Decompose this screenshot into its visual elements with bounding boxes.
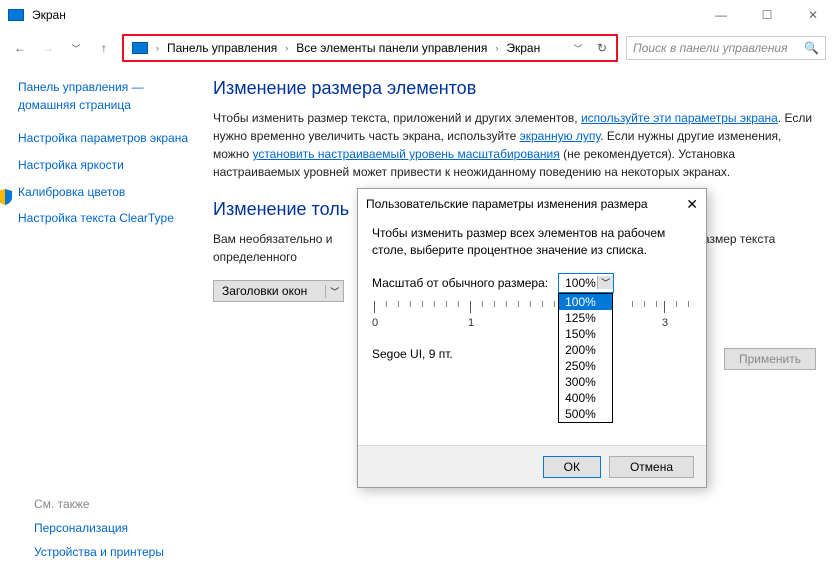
scale-option[interactable]: 250% [559, 358, 612, 374]
link-magnifier[interactable]: экранную лупу [520, 129, 601, 143]
back-button[interactable]: ← [10, 38, 30, 58]
link-display-params[interactable]: используйте эти параметры экрана [581, 111, 778, 125]
app-icon [8, 9, 24, 21]
scale-option[interactable]: 300% [559, 374, 612, 390]
recent-dropdown[interactable]: ﹀ [66, 38, 86, 58]
shield-icon [0, 189, 12, 205]
up-button[interactable]: ↑ [94, 38, 114, 58]
sidebar: Панель управления — домашняя страница На… [18, 78, 213, 302]
window-title: Экран [32, 8, 698, 22]
ruler-label: 3 [662, 317, 668, 329]
description-paragraph: Чтобы изменить размер текста, приложений… [213, 109, 818, 181]
sidebar-link-calibrate[interactable]: Калибровка цветов [18, 184, 125, 201]
close-button[interactable]: ✕ [790, 0, 836, 30]
scale-option[interactable]: 500% [559, 406, 612, 422]
ok-button[interactable]: ОК [543, 456, 601, 478]
history-dropdown[interactable]: ﹀ [568, 38, 588, 58]
page-heading: Изменение размера элементов [213, 78, 818, 99]
search-placeholder: Поиск в панели управления [633, 41, 788, 55]
font-sample: Segoe UI, 9 пт. [372, 347, 692, 361]
dialog-titlebar: Пользовательские параметры изменения раз… [358, 189, 706, 219]
navbar: ← → ﹀ ↑ › Панель управления › Все элемен… [0, 30, 836, 66]
cancel-button[interactable]: Отмена [609, 456, 694, 478]
scale-label: Масштаб от обычного размера: [372, 276, 548, 290]
chevron-down-icon: ﹀ [597, 276, 613, 289]
chevron-down-icon: ﹀ [325, 285, 343, 298]
ruler-label: 0 [372, 317, 378, 329]
search-icon[interactable]: 🔍 [804, 41, 819, 55]
ruler[interactable]: 0 1 3 [372, 301, 692, 343]
titlebar: Экран — ☐ ✕ [0, 0, 836, 30]
chevron-right-icon: › [156, 43, 159, 53]
see-also-header: См. также [34, 497, 164, 511]
scale-combobox[interactable]: 100% ﹀ [558, 273, 614, 293]
custom-scaling-dialog: Пользовательские параметры изменения раз… [357, 188, 707, 488]
sidebar-link-brightness[interactable]: Настройка яркости [18, 157, 197, 174]
scale-option[interactable]: 100% [559, 294, 612, 310]
chevron-right-icon: › [495, 43, 498, 53]
sidebar-link-cleartype[interactable]: Настройка текста ClearType [18, 210, 197, 227]
dialog-close-button[interactable]: ✕ [686, 196, 698, 213]
sidebar-link-display-settings[interactable]: Настройка параметров экрана [18, 130, 197, 147]
search-input[interactable]: Поиск в панели управления 🔍 [626, 36, 826, 60]
scale-option[interactable]: 125% [559, 310, 612, 326]
dialog-footer: ОК Отмена [358, 445, 706, 487]
apply-button[interactable]: Применить [724, 348, 816, 370]
dialog-title-text: Пользовательские параметры изменения раз… [366, 197, 686, 211]
see-also-devices[interactable]: Устройства и принтеры [34, 545, 164, 559]
breadcrumb-item[interactable]: Все элементы панели управления [292, 41, 491, 55]
dialog-description: Чтобы изменить размер всех элементов на … [372, 225, 692, 259]
link-custom-scaling[interactable]: установить настраиваемый уровень масштаб… [252, 147, 559, 161]
see-also-personalization[interactable]: Персонализация [34, 521, 164, 535]
forward-button[interactable]: → [38, 38, 58, 58]
breadcrumb-item[interactable]: Панель управления [163, 41, 281, 55]
breadcrumb[interactable]: › Панель управления › Все элементы панел… [122, 34, 618, 62]
breadcrumb-item[interactable]: Экран [502, 41, 544, 55]
scale-option[interactable]: 400% [559, 390, 612, 406]
control-panel-home-link[interactable]: Панель управления — домашняя страница [18, 78, 197, 114]
minimize-button[interactable]: — [698, 0, 744, 30]
element-type-combo[interactable]: Заголовки окон ﹀ [213, 280, 344, 302]
maximize-button[interactable]: ☐ [744, 0, 790, 30]
refresh-button[interactable]: ↻ [592, 38, 612, 58]
scale-option[interactable]: 200% [559, 342, 612, 358]
scale-option[interactable]: 150% [559, 326, 612, 342]
scale-dropdown-list[interactable]: 100% 125% 150% 200% 250% 300% 400% 500% [558, 293, 613, 423]
ruler-label: 1 [468, 317, 474, 329]
location-icon [132, 42, 148, 54]
chevron-right-icon: › [285, 43, 288, 53]
see-also: См. также Персонализация Устройства и пр… [34, 497, 164, 569]
